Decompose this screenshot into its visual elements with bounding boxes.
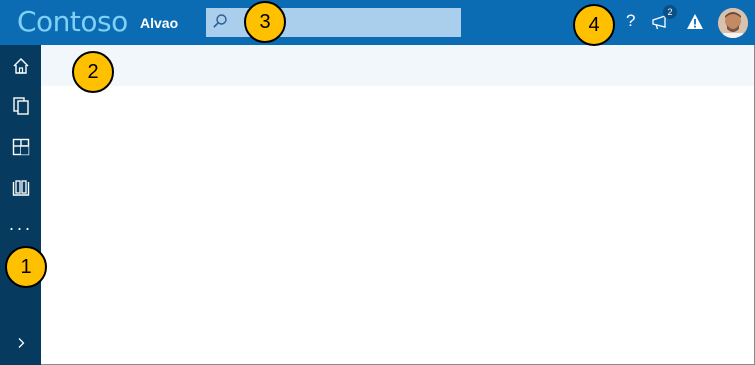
- more-icon: ···: [8, 218, 33, 238]
- main-content: [41, 86, 754, 364]
- sidebar-expand-button[interactable]: [0, 327, 41, 359]
- chevron-right-icon: [18, 338, 24, 348]
- top-bar: Contoso Alvao ? 2: [0, 0, 755, 45]
- sidebar-item-more[interactable]: ···: [0, 212, 41, 244]
- sidebar-item-documents[interactable]: [0, 90, 41, 122]
- dashboard-icon: [12, 138, 29, 156]
- search-icon: [213, 14, 227, 28]
- book-icon: [12, 180, 29, 196]
- app-name[interactable]: Alvao: [140, 15, 178, 31]
- sidebar: ···: [0, 45, 41, 365]
- avatar[interactable]: [718, 8, 748, 38]
- sidebar-item-home[interactable]: [0, 50, 41, 82]
- notification-badge: 2: [663, 5, 677, 19]
- documents-icon: [12, 97, 29, 115]
- sidebar-item-library[interactable]: [0, 172, 41, 204]
- callout-3: 3: [244, 1, 286, 43]
- alert-icon[interactable]: [686, 13, 704, 30]
- page-header-strip: [41, 45, 754, 86]
- brand-logo[interactable]: Contoso: [17, 5, 128, 38]
- callout-1: 1: [5, 246, 47, 288]
- callout-4: 4: [573, 4, 615, 46]
- help-icon[interactable]: ?: [626, 11, 635, 31]
- home-icon: [13, 58, 28, 74]
- user-photo-icon: [718, 8, 748, 38]
- callout-2: 2: [72, 51, 114, 93]
- sidebar-item-dashboard[interactable]: [0, 131, 41, 163]
